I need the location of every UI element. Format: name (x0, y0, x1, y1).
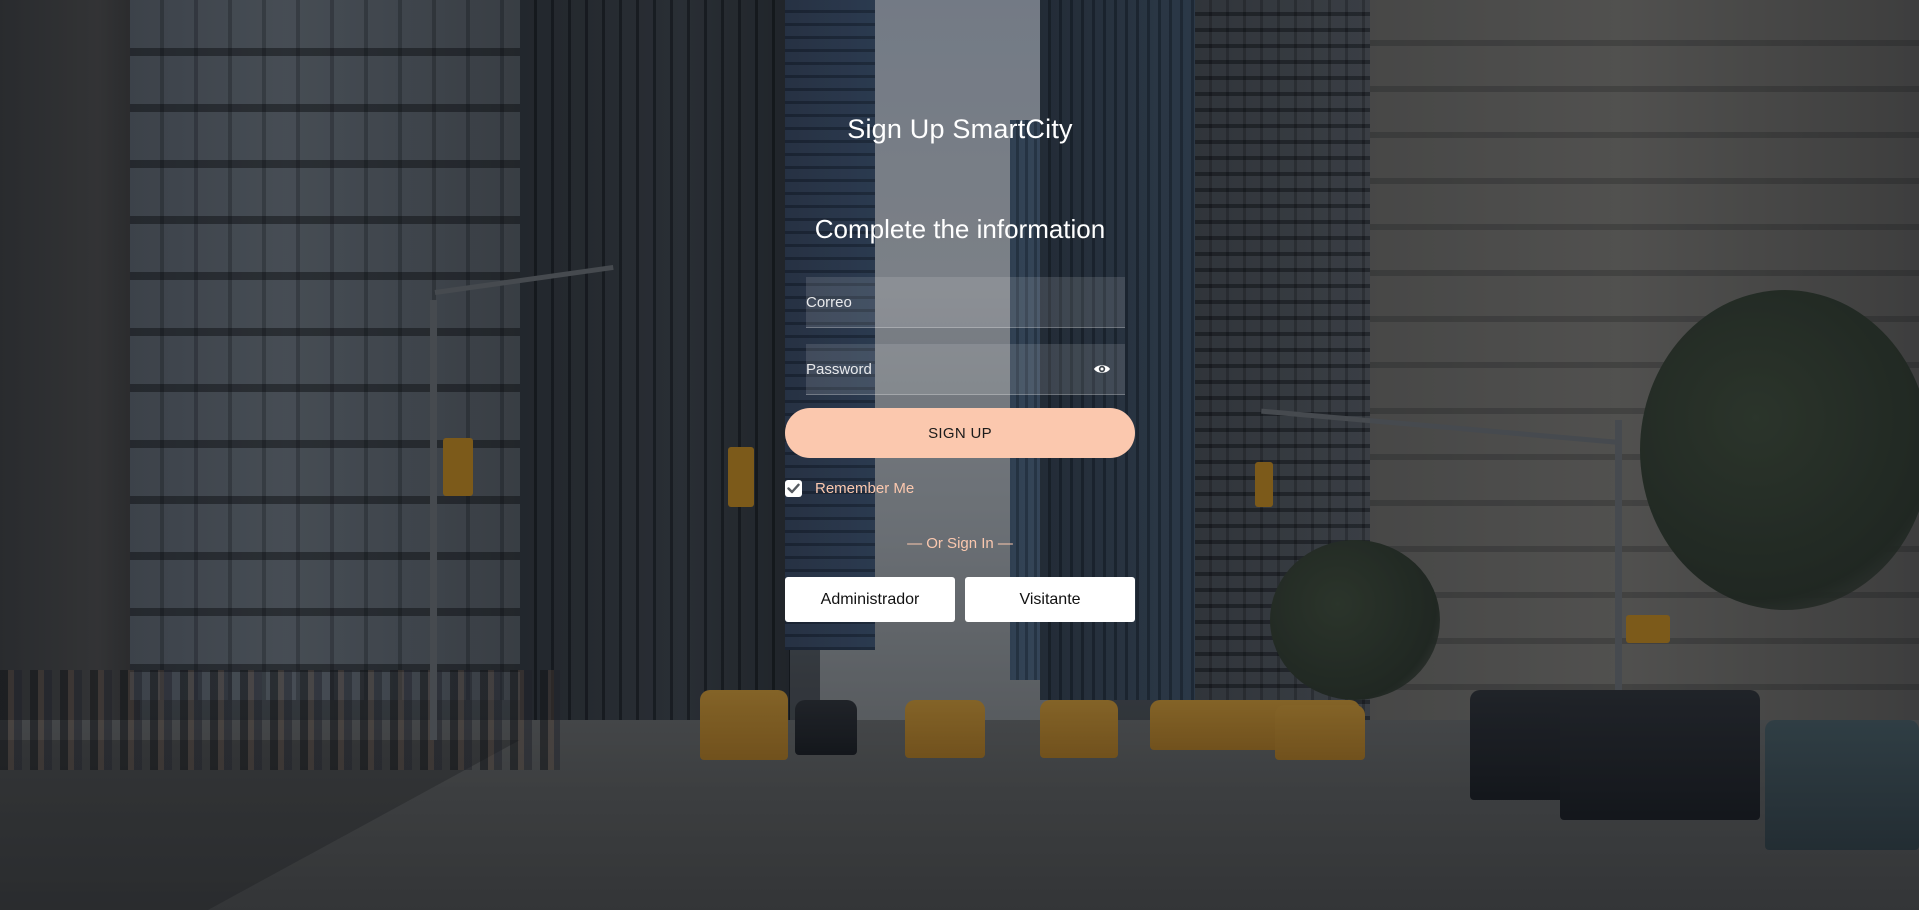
remember-me-label: Remember Me (815, 479, 915, 497)
password-input[interactable] (806, 344, 1066, 394)
visitor-button[interactable]: Visitante (965, 577, 1135, 622)
page-title: Sign Up SmartCity (847, 114, 1073, 144)
signup-form: Sign Up SmartCity Complete the informati… (785, 0, 1135, 910)
email-field[interactable] (806, 277, 1125, 328)
check-icon[interactable] (785, 479, 802, 497)
remember-me-checkbox[interactable]: Remember Me (785, 477, 914, 499)
eye-icon[interactable] (1093, 361, 1111, 377)
or-sign-in-divider: — Or Sign In — (907, 535, 1013, 552)
form-subtitle: Complete the information (814, 214, 1106, 244)
password-field[interactable] (806, 344, 1125, 395)
administrator-button[interactable]: Administrador (785, 577, 955, 622)
signup-button[interactable]: SIGN UP (785, 408, 1135, 458)
email-input[interactable] (806, 277, 1066, 327)
